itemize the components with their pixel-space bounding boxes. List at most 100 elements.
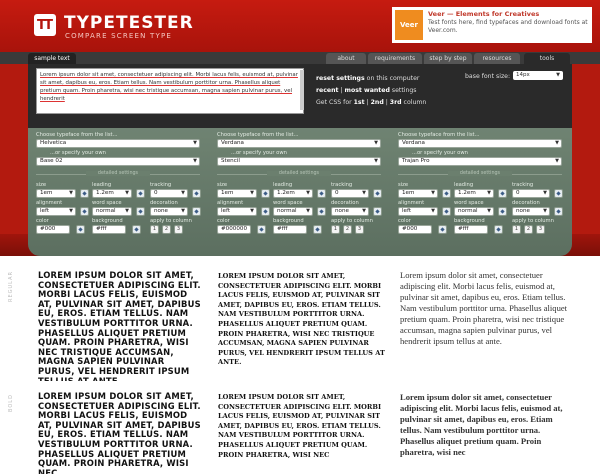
col2-alignment-select[interactable]: left ▼ xyxy=(217,207,257,216)
col2-own-typeface-select[interactable]: Stencil ▼ xyxy=(217,157,381,166)
col2-apply-col2-button[interactable]: 2 xyxy=(343,225,352,234)
col2-size-select[interactable]: 1em ▼ xyxy=(217,189,257,198)
col3-typeface-select[interactable]: Verdana ▼ xyxy=(398,139,562,148)
col3-apply-label: apply to column xyxy=(512,218,554,224)
col3-decoration-reset-icon[interactable] xyxy=(554,207,563,216)
col3-alignment-select[interactable]: left ▼ xyxy=(398,207,438,216)
col2-word-space-reset-icon[interactable] xyxy=(317,207,326,216)
css-col2-link[interactable]: 2nd xyxy=(371,99,384,106)
col3-tracking-select[interactable]: 0 ▼ xyxy=(512,189,550,198)
col3-apply-col2-button[interactable]: 2 xyxy=(524,225,533,234)
css-col3-link[interactable]: 3rd xyxy=(390,99,402,106)
bold-label: BOLD xyxy=(8,394,14,412)
col3-own-label: ...or specify your own xyxy=(412,150,468,156)
col2-background-picker-icon[interactable] xyxy=(313,225,322,234)
col1-size-reset-icon[interactable] xyxy=(80,189,89,198)
col3-word-space-select[interactable]: normal ▼ xyxy=(454,207,494,216)
col1-decoration-select[interactable]: none ▼ xyxy=(150,207,188,216)
col3-tracking-reset-icon[interactable] xyxy=(554,189,563,198)
col2-color-picker-icon[interactable] xyxy=(257,225,266,234)
col1-apply-col1-button[interactable]: 1 xyxy=(150,225,159,234)
col2-choose-label: Choose typeface from the list... xyxy=(217,132,299,138)
col2-tracking-reset-icon[interactable] xyxy=(373,189,382,198)
col2-size-reset-icon[interactable] xyxy=(261,189,270,198)
col2-color-input[interactable]: #000000 xyxy=(217,225,251,234)
tab-step-by-step[interactable]: step by step xyxy=(424,53,472,64)
col1-background-picker-icon[interactable] xyxy=(132,225,141,234)
tab-resources[interactable]: resources xyxy=(474,53,520,64)
col3-tracking-label: tracking xyxy=(512,182,534,188)
col3-apply-col1-button[interactable]: 1 xyxy=(512,225,521,234)
col3-size-select[interactable]: 1em ▼ xyxy=(398,189,438,198)
col3-leading-reset-icon[interactable] xyxy=(498,189,507,198)
veer-ad[interactable]: Veer Veer — Elements for Creatives Test … xyxy=(392,7,592,43)
col3-word_space-label: word space xyxy=(454,200,484,206)
app-title[interactable]: TYPETESTER xyxy=(64,13,194,33)
col1-word-space-select[interactable]: normal ▼ xyxy=(92,207,132,216)
preview-bold-col1: Lorem ipsum dolor sit amet, consectetuer… xyxy=(38,392,201,474)
base-font-size-select[interactable]: 14px ▼ xyxy=(513,71,563,80)
col1-color-label: color xyxy=(36,218,49,224)
col1-tracking-label: tracking xyxy=(150,182,172,188)
col2-leading-select[interactable]: 1.2em ▼ xyxy=(273,189,313,198)
col1-alignment-select[interactable]: left ▼ xyxy=(36,207,76,216)
col1-color-picker-icon[interactable] xyxy=(76,225,85,234)
col3-size-reset-icon[interactable] xyxy=(442,189,451,198)
col1-leading-select[interactable]: 1.2em ▼ xyxy=(92,189,132,198)
tab-sample-text[interactable]: sample text xyxy=(28,53,76,64)
col3-decoration-select[interactable]: none ▼ xyxy=(512,207,550,216)
reset-settings-link[interactable]: reset settings xyxy=(316,75,365,82)
col1-decoration-label: decoration xyxy=(150,200,178,206)
col3-leading-select[interactable]: 1.2em ▼ xyxy=(454,189,494,198)
preview-regular-col3: Lorem ipsum dolor sit amet, consectetuer… xyxy=(400,270,568,346)
col3-choose-label: Choose typeface from the list... xyxy=(398,132,480,138)
col2-leading-reset-icon[interactable] xyxy=(317,189,326,198)
col2-apply-label: apply to column xyxy=(331,218,373,224)
col1-tracking-select[interactable]: 0 ▼ xyxy=(150,189,188,198)
sample-text-input[interactable]: Lorem ipsum dolor sit amet, consectetuer… xyxy=(36,68,304,114)
col3-background-picker-icon[interactable] xyxy=(494,225,503,234)
col1-decoration-reset-icon[interactable] xyxy=(192,207,201,216)
col1-leading-reset-icon[interactable] xyxy=(136,189,145,198)
col3-color-input[interactable]: #000 xyxy=(398,225,432,234)
col2-apply-col3-button[interactable]: 3 xyxy=(355,225,364,234)
tab-tools[interactable]: tools xyxy=(524,53,570,64)
col1-size-label: size xyxy=(36,182,47,188)
col2-typeface-select[interactable]: Verdana ▼ xyxy=(217,139,381,148)
col1-tracking-reset-icon[interactable] xyxy=(192,189,201,198)
col3-word-space-reset-icon[interactable] xyxy=(498,207,507,216)
col2-detailed-label: detailed settings xyxy=(267,171,331,176)
css-col1-link[interactable]: 1st xyxy=(354,99,365,106)
recent-link[interactable]: recent xyxy=(316,87,338,94)
col1-background-input[interactable]: #fff xyxy=(92,225,126,234)
col3-own-typeface-select[interactable]: Trajan Pro ▼ xyxy=(398,157,562,166)
col1-typeface-select[interactable]: Helvetica ▼ xyxy=(36,139,200,148)
textarea-scrollbar[interactable] xyxy=(300,70,304,110)
col1-size-select[interactable]: 1em ▼ xyxy=(36,189,76,198)
col1-word-space-reset-icon[interactable] xyxy=(136,207,145,216)
col1-apply-label: apply to column xyxy=(150,218,192,224)
col3-background-input[interactable]: #fff xyxy=(454,225,488,234)
col1-apply-col2-button[interactable]: 2 xyxy=(162,225,171,234)
col3-color-picker-icon[interactable] xyxy=(438,225,447,234)
col1-apply-col3-button[interactable]: 3 xyxy=(174,225,183,234)
logo-icon[interactable]: TT xyxy=(34,14,56,36)
tab-about[interactable]: about xyxy=(326,53,366,64)
col1-alignment-reset-icon[interactable] xyxy=(80,207,89,216)
col2-word_space-label: word space xyxy=(273,200,303,206)
col2-tracking-select[interactable]: 0 ▼ xyxy=(331,189,369,198)
col2-apply-col1-button[interactable]: 1 xyxy=(331,225,340,234)
col2-background-input[interactable]: #fff xyxy=(273,225,307,234)
col1-color-input[interactable]: #000 xyxy=(36,225,70,234)
tab-requirements[interactable]: requirements xyxy=(368,53,422,64)
col3-alignment-reset-icon[interactable] xyxy=(442,207,451,216)
col1-own-typeface-select[interactable]: Base 02 ▼ xyxy=(36,157,200,166)
col2-word-space-select[interactable]: normal ▼ xyxy=(273,207,313,216)
col2-decoration-select[interactable]: none ▼ xyxy=(331,207,369,216)
col2-decoration-reset-icon[interactable] xyxy=(373,207,382,216)
col2-alignment-reset-icon[interactable] xyxy=(261,207,270,216)
col3-detailed-label: detailed settings xyxy=(448,171,512,176)
col3-apply-col3-button[interactable]: 3 xyxy=(536,225,545,234)
right-red-band xyxy=(572,64,600,234)
most-wanted-link[interactable]: most wanted xyxy=(345,87,390,94)
